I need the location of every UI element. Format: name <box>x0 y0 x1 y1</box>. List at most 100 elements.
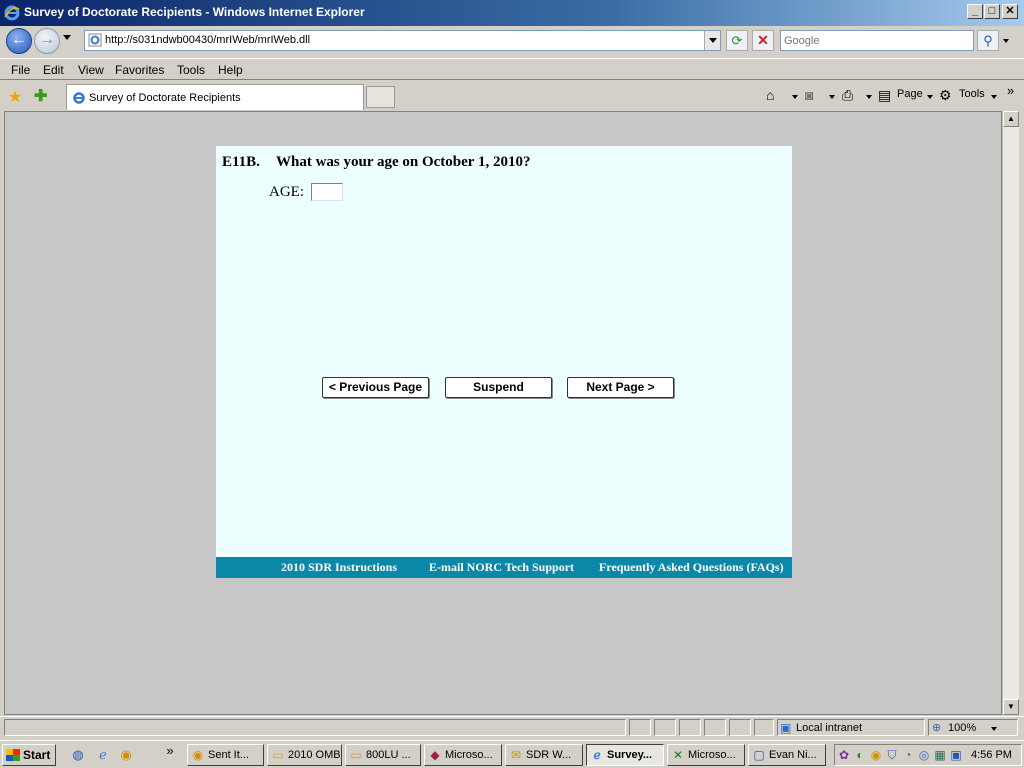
tray-security-icon[interactable]: ◎ <box>917 748 931 762</box>
maximize-button[interactable]: □ <box>984 4 1000 19</box>
security-zone[interactable]: ▣ Local intranet <box>777 719 925 736</box>
tab-survey[interactable]: Survey of Doctorate Recipients <box>66 84 364 110</box>
search-options-dropdown-icon[interactable] <box>1003 39 1009 43</box>
system-tray: ✿ ◐ ◉ ⛉ ◔ ◎ ▦ ▣ 4:56 PM <box>834 744 1022 766</box>
tools-menu-button[interactable]: Tools <box>959 88 985 100</box>
address-dropdown-button[interactable] <box>704 31 720 50</box>
quicklaunch-chevron-icon[interactable]: » <box>162 743 178 759</box>
task-folder-2010-omb[interactable]: ▭ 2010 OMB <box>267 744 342 766</box>
task-microsoft-access[interactable]: ◆ Microso... <box>424 744 502 766</box>
menu-bar: File Edit View Favorites Tools Help <box>0 58 1024 80</box>
feeds-dropdown-icon[interactable] <box>829 95 835 99</box>
page-menu-button[interactable]: Page <box>897 88 923 100</box>
status-text-cell <box>4 719 626 736</box>
suspend-button[interactable]: Suspend <box>445 377 552 398</box>
window-title: Survey of Doctorate Recipients - Windows… <box>24 5 365 19</box>
scroll-down-button[interactable]: ▼ <box>1003 699 1019 715</box>
tray-shield-icon[interactable]: ⛉ <box>885 748 899 762</box>
menu-view[interactable]: View <box>78 63 104 77</box>
tray-outlook-icon[interactable]: ◉ <box>869 748 883 762</box>
search-button[interactable]: ⚲ <box>977 30 999 51</box>
address-url[interactable]: http://s031ndwb00430/mrIWeb/mrIWeb.dll <box>105 34 310 46</box>
task-chat-evan[interactable]: ▢ Evan Ni... <box>748 744 826 766</box>
ie-page-icon <box>73 92 85 104</box>
close-button[interactable]: ✕ <box>1002 4 1018 19</box>
zoom-level: 100% <box>948 722 977 734</box>
new-tab-button[interactable] <box>366 86 395 108</box>
page-dropdown-icon[interactable] <box>927 95 933 99</box>
faq-link[interactable]: Frequently Asked Questions (FAQs) <box>599 560 784 575</box>
tray-volume-icon[interactable]: ◔ <box>901 748 915 762</box>
task-survey-ie[interactable]: ℯ Survey... <box>586 744 664 766</box>
refresh-icon: ⟳ <box>731 33 743 48</box>
question-heading: E11B. What was your age on October 1, 201… <box>222 154 530 171</box>
task-label: Microso... <box>688 749 736 761</box>
task-microsoft-excel[interactable]: ✕ Microso... <box>667 744 745 766</box>
tab-row: ★ ✚ Survey of Doctorate Recipients ⌂ ◙ ⎙… <box>0 82 1024 110</box>
tray-app-icon[interactable]: ✿ <box>837 748 851 762</box>
home-icon[interactable]: ⌂ <box>766 87 774 103</box>
outlook-icon: ◉ <box>192 748 204 762</box>
tools-dropdown-icon[interactable] <box>991 95 997 99</box>
question-number: E11B. <box>222 154 260 170</box>
task-label: Microso... <box>445 749 493 761</box>
access-icon: ◆ <box>430 748 440 762</box>
next-page-button[interactable]: Next Page > <box>567 377 674 398</box>
task-sdr-mail[interactable]: ✉ SDR W... <box>505 744 583 766</box>
menu-edit[interactable]: Edit <box>43 63 64 77</box>
feeds-icon[interactable]: ◙ <box>805 87 813 103</box>
zoom-dropdown-icon[interactable] <box>991 727 997 731</box>
tray-network-icon[interactable]: ◐ <box>853 748 867 762</box>
previous-page-button[interactable]: < Previous Page <box>322 377 429 398</box>
title-bar: Survey of Doctorate Recipients - Windows… <box>0 0 1024 26</box>
add-favorite-icon[interactable]: ✚ <box>34 86 47 106</box>
address-row: ← → http://s031ndwb00430/mrIWeb/mrIWeb.d… <box>0 26 1024 56</box>
recent-pages-dropdown-icon[interactable] <box>63 35 71 40</box>
tray-display-icon[interactable]: ▣ <box>949 748 963 762</box>
print-icon[interactable]: ⎙ <box>842 87 853 104</box>
magnifier-icon: ⚲ <box>983 33 993 48</box>
start-button[interactable]: Start <box>2 744 56 766</box>
stop-button[interactable]: ✕ <box>752 30 774 51</box>
folder-icon: ▭ <box>272 748 284 762</box>
show-desktop-icon[interactable]: ◍ <box>70 747 86 763</box>
survey-panel: E11B. What was your age on October 1, 201… <box>216 146 792 578</box>
zoom-icon: ⊕ <box>932 722 942 734</box>
task-label: SDR W... <box>526 749 572 761</box>
back-button[interactable]: ← <box>6 28 32 54</box>
taskbar: Start ◍ ℯ ◉ » ◉ Sent It... ▭ 2010 OMB ▭ … <box>0 740 1024 768</box>
menu-file[interactable]: File <box>11 63 30 77</box>
task-folder-800lu[interactable]: ▭ 800LU ... <box>345 744 421 766</box>
scroll-up-button[interactable]: ▲ <box>1003 111 1019 127</box>
task-outlook-sent[interactable]: ◉ Sent It... <box>187 744 264 766</box>
outlook-quicklaunch-icon[interactable]: ◉ <box>118 747 134 763</box>
vertical-scrollbar[interactable]: ▲ ▼ <box>1002 111 1019 715</box>
task-label: 800LU ... <box>366 749 411 761</box>
refresh-button[interactable]: ⟳ <box>726 30 748 51</box>
tray-sync-icon[interactable]: ▦ <box>933 748 947 762</box>
print-dropdown-icon[interactable] <box>866 95 872 99</box>
zone-label: Local intranet <box>796 722 863 734</box>
task-label: 2010 OMB <box>288 749 341 761</box>
more-commands-chevron-icon[interactable]: » <box>1007 83 1014 98</box>
menu-favorites[interactable]: Favorites <box>115 63 164 77</box>
address-bar[interactable]: http://s031ndwb00430/mrIWeb/mrIWeb.dll <box>84 30 721 51</box>
instructions-link[interactable]: 2010 SDR Instructions <box>281 560 397 575</box>
forward-button[interactable]: → <box>34 28 60 54</box>
status-bar: ▣ Local intranet ⊕ 100% <box>0 716 1024 738</box>
menu-help[interactable]: Help <box>218 63 243 77</box>
search-input[interactable] <box>781 31 973 50</box>
zoom-control[interactable]: ⊕ 100% <box>928 719 1018 736</box>
home-dropdown-icon[interactable] <box>792 95 798 99</box>
ie-quicklaunch-icon[interactable]: ℯ <box>95 747 111 763</box>
tools-gear-icon: ⚙ <box>939 87 952 103</box>
task-label: Sent It... <box>208 749 249 761</box>
favorites-star-icon[interactable]: ★ <box>8 87 22 107</box>
email-support-link[interactable]: E-mail NORC Tech Support <box>429 560 574 575</box>
status-cell <box>754 719 774 736</box>
minimize-button[interactable]: _ <box>967 4 983 19</box>
age-input[interactable] <box>311 183 343 201</box>
search-box[interactable] <box>780 30 974 51</box>
folder-icon: ▭ <box>350 748 362 762</box>
menu-tools[interactable]: Tools <box>177 63 205 77</box>
